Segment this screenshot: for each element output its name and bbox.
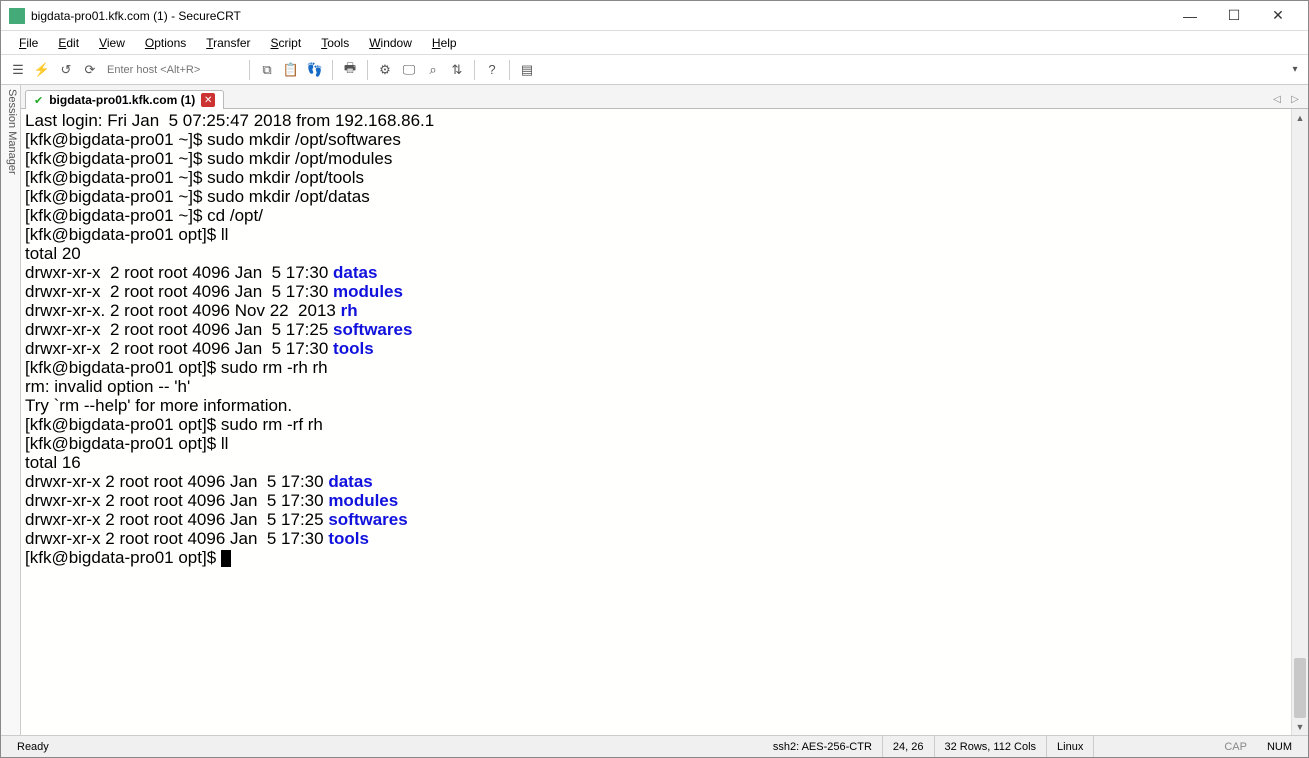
toolbar-separator	[332, 60, 333, 80]
menu-view[interactable]: View	[89, 34, 135, 52]
tabstrip: ✔ bigdata-pro01.kfk.com (1) ✕ ◁ ▷	[21, 85, 1308, 109]
terminal-line: drwxr-xr-x 2 root root 4096 Jan 5 17:30 …	[25, 282, 1287, 301]
menu-edit[interactable]: Edit	[48, 34, 89, 52]
cursor	[221, 550, 231, 567]
session-options-icon[interactable]: 🖵	[398, 59, 420, 81]
terminal-wrap: Last login: Fri Jan 5 07:25:47 2018 from…	[21, 109, 1308, 735]
toolbar-overflow-icon[interactable]: ▾	[1288, 59, 1302, 81]
status-os: Linux	[1047, 736, 1094, 757]
quick-connect-icon[interactable]: ⚡	[31, 59, 53, 81]
terminal-line: drwxr-xr-x 2 root root 4096 Jan 5 17:30 …	[25, 529, 1287, 548]
status-connected-icon: ✔	[34, 94, 43, 107]
toolbar-separator	[367, 60, 368, 80]
terminal-line: [kfk@bigdata-pro01 ~]$ sudo mkdir /opt/m…	[25, 149, 1287, 168]
scroll-up-icon[interactable]: ▲	[1292, 109, 1308, 126]
titlebar: bigdata-pro01.kfk.com (1) - SecureCRT — …	[1, 1, 1308, 31]
scroll-thumb[interactable]	[1294, 658, 1306, 718]
scrollbar[interactable]: ▲ ▼	[1291, 109, 1308, 735]
terminal-line: rm: invalid option -- 'h'	[25, 377, 1287, 396]
terminal-line: drwxr-xr-x 2 root root 4096 Jan 5 17:30 …	[25, 491, 1287, 510]
terminal-line: [kfk@bigdata-pro01 opt]$ sudo rm -rh rh	[25, 358, 1287, 377]
tab-label: bigdata-pro01.kfk.com (1)	[49, 93, 195, 107]
menu-window[interactable]: Window	[359, 34, 422, 52]
terminal-line: [kfk@bigdata-pro01 ~]$ sudo mkdir /opt/d…	[25, 187, 1287, 206]
tab-next-icon[interactable]: ▷	[1286, 90, 1304, 108]
terminal-line: drwxr-xr-x 2 root root 4096 Jan 5 17:25 …	[25, 320, 1287, 339]
terminal-line: [kfk@bigdata-pro01 ~]$ cd /opt/	[25, 206, 1287, 225]
terminal-line: [kfk@bigdata-pro01 ~]$ sudo mkdir /opt/t…	[25, 168, 1287, 187]
menu-script[interactable]: Script	[261, 34, 312, 52]
menu-help[interactable]: Help	[422, 34, 467, 52]
status-cipher: ssh2: AES-256-CTR	[763, 736, 883, 757]
menu-transfer[interactable]: Transfer	[196, 34, 260, 52]
scroll-track[interactable]	[1292, 126, 1308, 718]
print-icon[interactable]: 🖶	[339, 59, 361, 81]
status-num: NUM	[1257, 736, 1302, 757]
toggle-icon[interactable]: ⇅	[446, 59, 468, 81]
status-ready: Ready	[7, 736, 763, 757]
reconnect-all-icon[interactable]: ⟳	[79, 59, 101, 81]
host-input[interactable]	[103, 60, 243, 80]
terminal-line: total 20	[25, 244, 1287, 263]
menu-file[interactable]: File	[9, 34, 48, 52]
terminal-line: [kfk@bigdata-pro01 opt]$ ll	[25, 225, 1287, 244]
toolbar-separator	[474, 60, 475, 80]
copy-icon[interactable]: ⧉	[256, 59, 278, 81]
terminal-line: drwxr-xr-x 2 root root 4096 Jan 5 17:30 …	[25, 263, 1287, 282]
help-icon[interactable]: ?	[481, 59, 503, 81]
keymap-icon[interactable]: ⌕	[422, 59, 444, 81]
scroll-down-icon[interactable]: ▼	[1292, 718, 1308, 735]
terminal-line: [kfk@bigdata-pro01 opt]$ ll	[25, 434, 1287, 453]
terminal-line: [kfk@bigdata-pro01 opt]$	[25, 548, 1287, 567]
app-icon	[9, 8, 25, 24]
tab-prev-icon[interactable]: ◁	[1268, 90, 1286, 108]
menu-tools[interactable]: Tools	[311, 34, 359, 52]
status-size: 32 Rows, 112 Cols	[935, 736, 1048, 757]
status-cap: CAP	[1214, 736, 1257, 757]
find-icon[interactable]: 👣	[304, 59, 326, 81]
workarea: Session Manager ✔ bigdata-pro01.kfk.com …	[1, 85, 1308, 735]
session-manager-panel[interactable]: Session Manager	[1, 85, 21, 735]
window-title: bigdata-pro01.kfk.com (1) - SecureCRT	[31, 9, 1168, 23]
terminal[interactable]: Last login: Fri Jan 5 07:25:47 2018 from…	[21, 109, 1291, 735]
toolbar: ☰ ⚡ ↺ ⟳ ⧉ 📋 👣 🖶 ⚙ 🖵 ⌕ ⇅ ? ▤ ▾	[1, 55, 1308, 85]
toolbar-separator	[509, 60, 510, 80]
minimize-button[interactable]: —	[1168, 2, 1212, 30]
settings-icon[interactable]: ⚙	[374, 59, 396, 81]
maximize-button[interactable]: ☐	[1212, 2, 1256, 30]
session-tab[interactable]: ✔ bigdata-pro01.kfk.com (1) ✕	[25, 90, 224, 109]
terminal-line: total 16	[25, 453, 1287, 472]
status-cursor: 24, 26	[883, 736, 935, 757]
session-manager-icon[interactable]: ☰	[7, 59, 29, 81]
menu-options[interactable]: Options	[135, 34, 196, 52]
statusbar: Ready ssh2: AES-256-CTR 24, 26 32 Rows, …	[1, 735, 1308, 757]
reconnect-icon[interactable]: ↺	[55, 59, 77, 81]
terminal-line: drwxr-xr-x 2 root root 4096 Jan 5 17:25 …	[25, 510, 1287, 529]
menubar: FileEditViewOptionsTransferScriptToolsWi…	[1, 31, 1308, 55]
close-button[interactable]: ✕	[1256, 2, 1300, 30]
terminal-line: Last login: Fri Jan 5 07:25:47 2018 from…	[25, 111, 1287, 130]
terminal-line: drwxr-xr-x. 2 root root 4096 Nov 22 2013…	[25, 301, 1287, 320]
tab-close-icon[interactable]: ✕	[201, 93, 215, 107]
terminal-line: drwxr-xr-x 2 root root 4096 Jan 5 17:30 …	[25, 472, 1287, 491]
toolbar-separator	[249, 60, 250, 80]
terminal-line: drwxr-xr-x 2 root root 4096 Jan 5 17:30 …	[25, 339, 1287, 358]
terminal-line: Try `rm --help' for more information.	[25, 396, 1287, 415]
terminal-line: [kfk@bigdata-pro01 ~]$ sudo mkdir /opt/s…	[25, 130, 1287, 149]
paste-icon[interactable]: 📋	[280, 59, 302, 81]
terminal-line: [kfk@bigdata-pro01 opt]$ sudo rm -rf rh	[25, 415, 1287, 434]
button-bar-icon[interactable]: ▤	[516, 59, 538, 81]
